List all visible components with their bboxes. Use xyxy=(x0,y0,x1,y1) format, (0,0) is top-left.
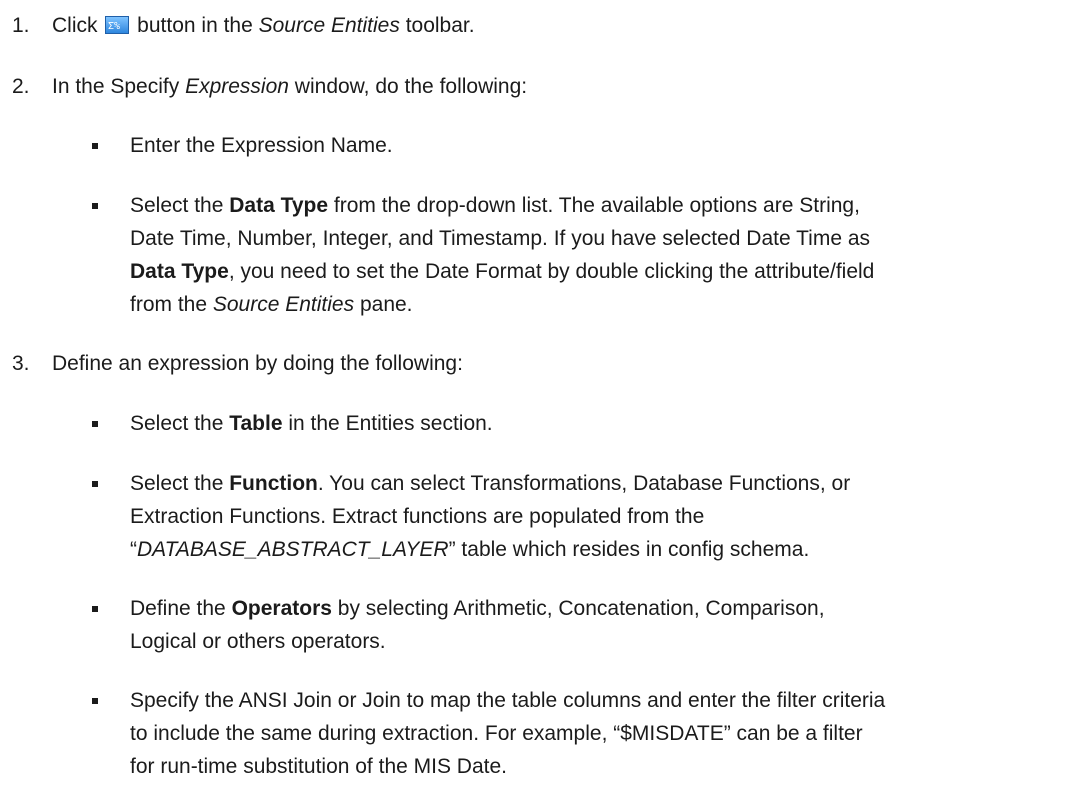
text-run: . You can select Transformations, Databa… xyxy=(317,472,851,495)
step-3-text: Define an expression by doing the follow… xyxy=(52,352,463,375)
step-2-text: In the Specify Expression window, do the… xyxy=(52,74,527,100)
step-3-bullet-4-line-3: for run-time substitution of the MIS Dat… xyxy=(130,755,507,778)
text-run: in the Entities section. xyxy=(282,412,493,435)
bold-run: Table xyxy=(229,412,283,435)
step-2-pre: In the Specify xyxy=(52,75,186,98)
step-3-bullet-2-line-2: Extraction Functions. Extract functions … xyxy=(130,505,705,528)
step-3-bullet-3-line-1: Define the Operators by selecting Arithm… xyxy=(130,596,825,622)
step-number-2: 2. xyxy=(12,75,30,98)
step-3-bullet-2-line-1: Select the Function. You can select Tran… xyxy=(130,471,850,497)
bullet xyxy=(92,203,98,209)
bold-run: Data Type xyxy=(130,260,229,283)
step-number-3: 3. xyxy=(12,352,30,375)
step-1-pre: Click xyxy=(52,14,98,37)
step-3-bullet-4-line-1: Specify the ANSI Join or Join to map the… xyxy=(130,689,886,712)
svg-text:Σ%: Σ% xyxy=(108,21,120,32)
step-2-bullet-2-line-2: Date Time, Number, Integer, and Timestam… xyxy=(130,227,871,250)
step-2-em: Expression xyxy=(185,75,289,98)
step-3-bullet-3-line-2: Logical or others operators. xyxy=(130,630,386,653)
step-3-bullet-1: Select the Table in the Entities section… xyxy=(130,411,493,437)
step-2-bullet-2-line-1: Select the Data Type from the drop-down … xyxy=(130,193,860,219)
expression-icon: Σ% xyxy=(105,16,130,34)
bold-run: Data Type xyxy=(229,194,329,217)
step-number-1: 1. xyxy=(12,14,30,37)
bold-run: Function xyxy=(229,472,318,495)
text-run: , you need to set the Date Format by dou… xyxy=(228,260,875,283)
step-1-post: button in the xyxy=(131,14,259,37)
text-run: pane. xyxy=(354,293,413,316)
text-run: Define the xyxy=(130,597,232,620)
text-run: “ xyxy=(130,538,137,561)
bullet xyxy=(92,421,98,427)
bullet xyxy=(92,481,98,487)
text-run: by selecting Arithmetic, Concatenation, … xyxy=(331,597,825,620)
italic-run: DATABASE_ABSTRACT_LAYER xyxy=(137,538,449,561)
bold-run: Operators xyxy=(231,597,332,620)
text-run: Select the xyxy=(130,472,230,495)
step-1-tail: toolbar. xyxy=(399,14,475,37)
step-2-bullet-2-line-4: from the Source Entities pane. xyxy=(130,292,413,318)
step-2-bullet-1: Enter the Expression Name. xyxy=(130,134,393,157)
step-1-text: Click Σ% button in the Source Entities t… xyxy=(52,13,475,39)
text-run: from the xyxy=(130,293,213,316)
text-run: from the drop-down list. The available o… xyxy=(328,194,860,217)
bullet xyxy=(92,143,98,149)
step-2-tail: window, do the following: xyxy=(288,75,528,98)
bullet xyxy=(92,698,98,704)
step-2-bullet-2-line-3: Data Type, you need to set the Date Form… xyxy=(130,259,874,285)
bullet xyxy=(92,606,98,612)
text-run: ” table which resides in config schema. xyxy=(448,538,810,561)
text-run: Select the xyxy=(130,412,230,435)
step-3-bullet-4-line-2: to include the same during extraction. F… xyxy=(130,722,863,745)
italic-run: Source Entities xyxy=(212,293,355,316)
text-run: Select the xyxy=(130,194,230,217)
step-1-em: Source Entities xyxy=(258,14,400,37)
step-3-bullet-2-line-3: “DATABASE_ABSTRACT_LAYER” table which re… xyxy=(130,537,809,563)
